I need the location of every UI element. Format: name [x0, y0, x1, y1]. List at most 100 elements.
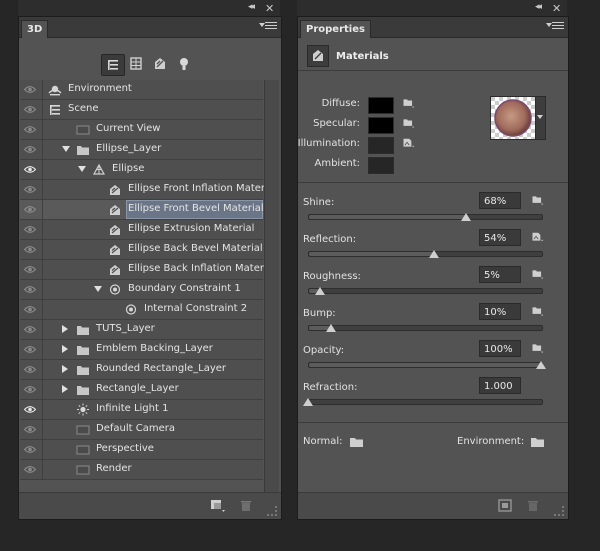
visibility-toggle[interactable]	[20, 420, 43, 439]
slider-thumb[interactable]	[461, 213, 472, 221]
delete-icon[interactable]	[240, 499, 252, 512]
slider-track[interactable]	[308, 251, 543, 257]
layer-row[interactable]: Rectangle_Layer	[20, 380, 263, 400]
layer-row[interactable]: Perspective	[20, 440, 263, 460]
folder-icon[interactable]	[531, 269, 544, 279]
mesh-filter-button[interactable]	[125, 54, 147, 74]
visibility-toggle[interactable]	[20, 280, 43, 299]
visibility-toggle[interactable]	[20, 440, 43, 459]
layer-row[interactable]: Ellipse	[20, 160, 263, 180]
materials-icon-button[interactable]	[307, 45, 329, 67]
collapse-panel-icon[interactable]: ◂◂	[535, 2, 542, 12]
slider-value-field[interactable]: 68%	[479, 192, 521, 209]
visibility-toggle[interactable]	[20, 220, 43, 239]
color-swatch[interactable]	[368, 97, 394, 114]
layer-row[interactable]: Current View	[20, 120, 263, 140]
layer-row[interactable]: Infinite Light 1	[20, 400, 263, 420]
folder-icon[interactable]	[402, 118, 415, 128]
render-preview-icon[interactable]	[498, 499, 512, 512]
layer-row[interactable]: Ellipse Front Bevel Material	[20, 200, 264, 220]
visibility-toggle[interactable]	[20, 140, 43, 159]
expanded-toggle-icon[interactable]	[94, 286, 102, 292]
layer-row[interactable]: Ellipse Back Inflation Material	[20, 260, 276, 280]
texture-file-icon[interactable]	[531, 232, 544, 242]
visibility-toggle[interactable]	[20, 180, 43, 199]
layer-row[interactable]: Rounded Rectangle_Layer	[20, 360, 263, 380]
scene-filter-button[interactable]	[101, 54, 125, 76]
visibility-toggle[interactable]	[20, 160, 43, 179]
panel-menu-icon[interactable]	[546, 22, 564, 32]
visibility-toggle[interactable]	[20, 300, 43, 319]
collapsed-toggle-icon[interactable]	[62, 345, 68, 353]
collapse-panel-icon[interactable]: ◂◂	[248, 2, 255, 12]
color-swatch[interactable]	[368, 137, 394, 154]
layer-list-scrollbar[interactable]	[264, 80, 279, 500]
layer-row[interactable]: Internal Constraint 2	[20, 300, 263, 320]
slider-value-field[interactable]: 100%	[479, 340, 521, 357]
collapsed-toggle-icon[interactable]	[62, 385, 68, 393]
layer-row[interactable]: Render	[20, 460, 263, 480]
visibility-toggle[interactable]	[20, 100, 43, 119]
layer-row[interactable]: Ellipse Front Inflation Material	[20, 180, 277, 200]
folder-icon[interactable]	[402, 98, 415, 108]
visibility-toggle[interactable]	[20, 320, 43, 339]
close-panel-icon[interactable]: ✕	[265, 2, 274, 15]
layer-row[interactable]: Default Camera	[20, 420, 263, 440]
visibility-toggle[interactable]	[20, 260, 43, 279]
slider-value-field[interactable]: 5%	[479, 266, 521, 283]
layer-row[interactable]: Environment	[20, 80, 263, 100]
preview-dropdown[interactable]	[535, 96, 546, 140]
folder-icon[interactable]	[531, 343, 544, 353]
layer-row[interactable]: Ellipse Back Bevel Material	[20, 240, 263, 260]
texture-file-icon[interactable]	[402, 138, 415, 148]
light-filter-button[interactable]	[173, 54, 195, 74]
layer-row[interactable]: TUTS_Layer	[20, 320, 263, 340]
layer-row[interactable]: Ellipse Extrusion Material	[20, 220, 263, 240]
visibility-toggle[interactable]	[20, 200, 43, 219]
layer-row[interactable]: Scene	[20, 100, 263, 120]
slider-thumb[interactable]	[536, 361, 546, 369]
visibility-toggle[interactable]	[20, 340, 43, 359]
slider-thumb[interactable]	[314, 287, 325, 295]
layer-row[interactable]: Ellipse_Layer	[20, 140, 263, 160]
slider-value-field[interactable]: 1.000	[479, 377, 521, 394]
slider-value-field[interactable]: 10%	[479, 303, 521, 320]
color-swatch[interactable]	[368, 117, 394, 134]
visibility-toggle[interactable]	[20, 380, 43, 399]
visibility-toggle[interactable]	[20, 240, 43, 259]
slider-value-field[interactable]: 54%	[479, 229, 521, 246]
expanded-toggle-icon[interactable]	[78, 166, 86, 172]
environment-folder-icon[interactable]	[531, 437, 544, 447]
slider-track[interactable]	[308, 214, 543, 220]
color-swatch[interactable]	[368, 157, 394, 174]
delete-icon[interactable]	[527, 499, 539, 512]
collapsed-toggle-icon[interactable]	[62, 325, 68, 333]
resize-grip[interactable]	[554, 506, 564, 516]
slider-track[interactable]	[308, 288, 543, 294]
panel-menu-icon[interactable]	[259, 22, 277, 32]
new-object-icon[interactable]	[210, 499, 226, 513]
layer-row[interactable]: Boundary Constraint 1	[20, 280, 263, 300]
expanded-toggle-icon[interactable]	[62, 146, 70, 152]
tab-3d[interactable]: 3D	[21, 20, 49, 38]
slider-track[interactable]	[308, 325, 543, 331]
visibility-toggle[interactable]	[20, 360, 43, 379]
visibility-toggle[interactable]	[20, 120, 43, 139]
slider-track[interactable]	[308, 362, 543, 368]
visibility-toggle[interactable]	[20, 80, 43, 99]
slider-thumb[interactable]	[428, 250, 439, 258]
visibility-toggle[interactable]	[20, 460, 43, 479]
folder-icon[interactable]	[531, 195, 544, 205]
folder-icon[interactable]	[531, 306, 544, 316]
collapsed-toggle-icon[interactable]	[62, 365, 68, 373]
tab-properties[interactable]: Properties	[300, 20, 371, 38]
normal-folder-icon[interactable]	[350, 437, 363, 447]
close-panel-icon[interactable]: ✕	[552, 2, 561, 15]
slider-track[interactable]	[308, 399, 543, 405]
slider-thumb[interactable]	[326, 324, 337, 332]
layer-row[interactable]: Emblem Backing_Layer	[20, 340, 263, 360]
visibility-toggle[interactable]	[20, 400, 43, 419]
slider-thumb[interactable]	[303, 398, 313, 406]
material-filter-button[interactable]	[149, 54, 171, 74]
resize-grip[interactable]	[267, 506, 277, 516]
